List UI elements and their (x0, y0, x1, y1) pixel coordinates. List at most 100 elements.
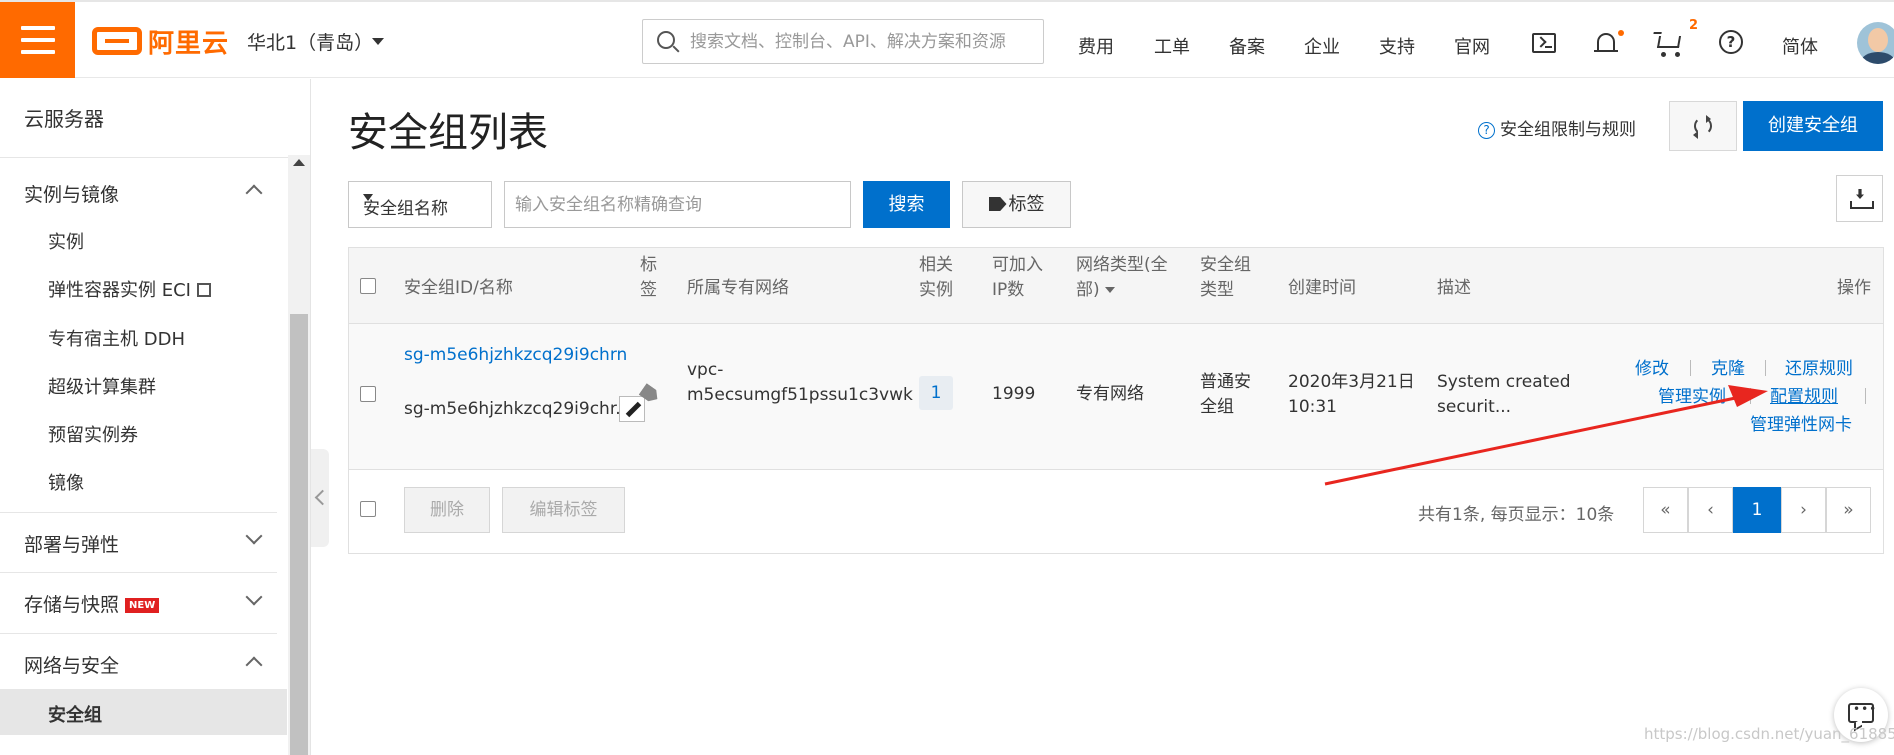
sidebar-item-ddh[interactable]: 专有宿主机 DDH (48, 325, 185, 351)
created-date: 2020年3月21日 (1288, 372, 1415, 392)
select-all-checkbox[interactable] (360, 278, 376, 294)
menu-icon[interactable] (0, 2, 75, 78)
sidebar-item-instances[interactable]: 实例 (48, 228, 84, 254)
sidebar-item-reserved-instances[interactable]: 预留实例券 (48, 421, 138, 447)
logo-text: 阿里云 (148, 28, 230, 59)
nav-support[interactable]: 支持 (1379, 33, 1415, 59)
limits-rules-label: 安全组限制与规则 (1500, 120, 1636, 140)
sidebar-group-network-security[interactable]: 网络与安全 (24, 651, 119, 678)
chevron-up-icon[interactable] (245, 184, 263, 202)
sidebar-item-security-group[interactable] (0, 689, 287, 735)
security-group-name: sg-m5e6hjzhkzcq29i9chr... (404, 399, 632, 419)
sidebar-item-images[interactable]: 镜像 (48, 469, 84, 495)
tag-filter-button[interactable]: 标签 (962, 181, 1071, 228)
terminal-icon[interactable] (1532, 33, 1556, 53)
aliyun-logo-icon (92, 27, 142, 55)
avatar[interactable] (1857, 22, 1894, 64)
global-search[interactable] (642, 19, 1044, 64)
col-ips-line1: 可加入 (992, 255, 1043, 275)
available-ips: 1999 (992, 384, 1036, 404)
sidebar-collapse-handle[interactable] (311, 449, 329, 547)
cart-icon[interactable] (1656, 36, 1682, 48)
divider (0, 157, 310, 158)
modify-link[interactable]: 修改 (1635, 357, 1669, 382)
limits-rules-link[interactable]: ? 安全组限制与规则 (1478, 115, 1636, 140)
col-net-type[interactable]: 网络类型(全 部) (1076, 253, 1168, 303)
nav-fees[interactable]: 费用 (1078, 33, 1114, 59)
create-security-group-button[interactable]: 创建安全组 (1743, 101, 1883, 151)
vpc-id: vpc-m5ecsumgf51pssu1c3vwk (687, 358, 913, 408)
chevron-down-icon[interactable] (245, 588, 263, 606)
col-sg-type-line1: 安全组 (1200, 255, 1251, 275)
security-group-id-link[interactable]: sg-m5e6hjzhkzcq29i9chrn (404, 343, 627, 368)
page-prev-button[interactable]: ‹ (1688, 487, 1733, 533)
page-last-button[interactable]: » (1826, 487, 1871, 533)
sidebar-item-eci[interactable]: 弹性容器实例 ECI (48, 276, 211, 302)
col-net-type-line2: 部) (1076, 280, 1100, 300)
col-description: 描述 (1437, 278, 1471, 298)
col-created: 创建时间 (1288, 278, 1356, 298)
nav-website[interactable]: 官网 (1454, 33, 1490, 59)
footer-select-checkbox[interactable] (360, 501, 376, 517)
export-button[interactable] (1836, 175, 1883, 222)
manage-instances-link[interactable]: 管理实例 (1658, 385, 1726, 410)
scroll-up-arrow-icon[interactable] (293, 159, 305, 166)
row-checkbox[interactable] (360, 386, 376, 402)
nav-icp[interactable]: 备案 (1229, 33, 1265, 59)
delete-button[interactable]: 删除 (404, 487, 490, 533)
sidebar-title[interactable]: 云服务器 (24, 103, 104, 132)
bell-icon[interactable] (1594, 33, 1618, 52)
col-ips: 可加入 IP数 (992, 253, 1043, 303)
refresh-button[interactable] (1669, 101, 1737, 151)
page-1-button[interactable]: 1 (1733, 487, 1781, 533)
edit-tags-button[interactable]: 编辑标签 (502, 487, 625, 533)
page-title: 安全组列表 (348, 110, 548, 156)
tag-button-label: 标签 (1008, 194, 1045, 215)
language-switch[interactable]: 简体 (1782, 33, 1818, 59)
col-net-type-line1: 网络类型(全 (1076, 255, 1168, 275)
logo[interactable]: 阿里云 (92, 21, 229, 61)
nav-enterprise[interactable]: 企业 (1304, 33, 1340, 59)
chevron-down-icon[interactable] (245, 527, 263, 545)
clone-link[interactable]: 克隆 (1711, 357, 1745, 382)
external-link-icon (196, 283, 211, 297)
search-icon (657, 31, 675, 49)
col-tag-line2: 签 (640, 280, 657, 300)
top-bar: 阿里云 华北1（青岛） 费用 工单 备案 企业 支持 官网 2 ? 简体 (0, 0, 1894, 78)
col-sg-type-line2: 类型 (1200, 280, 1234, 300)
help-icon[interactable]: ? (1719, 30, 1743, 54)
divider (0, 572, 277, 573)
filter-field-select[interactable]: 安全组名称 (348, 181, 492, 228)
vpc-id-line1: vpc- (687, 360, 724, 380)
manage-eni-link[interactable]: 管理弹性网卡 (1750, 413, 1852, 438)
sidebar-item-scc[interactable]: 超级计算集群 (48, 373, 156, 399)
scrollbar-thumb[interactable] (290, 314, 308, 755)
filter-field-value: 安全组名称 (363, 199, 448, 219)
sidebar-group-deploy-elastic[interactable]: 部署与弹性 (24, 530, 119, 557)
tag-icon (988, 197, 1007, 211)
edit-name-icon[interactable] (619, 396, 645, 422)
divider (1765, 360, 1766, 376)
chevron-up-icon[interactable] (245, 656, 263, 674)
col-operations: 操作 (1837, 278, 1871, 298)
divider (0, 633, 277, 634)
divider (0, 512, 277, 513)
sidebar-group-storage-snapshots[interactable]: 存储与快照 NEW (24, 590, 160, 617)
col-ips-line2: IP数 (992, 280, 1025, 300)
chevron-down-icon[interactable] (372, 38, 384, 45)
cart-wheel (1675, 52, 1680, 57)
restore-rules-link[interactable]: 还原规则 (1785, 357, 1853, 382)
instance-count-link[interactable]: 1 (919, 376, 953, 410)
search-input[interactable] (690, 28, 1035, 56)
col-tag: 标签 (640, 253, 657, 303)
page-first-button[interactable]: « (1643, 487, 1688, 533)
region-selector[interactable]: 华北1（青岛） (247, 28, 373, 55)
nav-tickets[interactable]: 工单 (1154, 33, 1190, 59)
security-group-name-input[interactable] (504, 181, 851, 228)
sidebar-group-instances-images[interactable]: 实例与镜像 (24, 180, 119, 207)
configure-rules-link[interactable]: 配置规则 (1770, 385, 1838, 410)
sg-type: 普通安 全组 (1200, 370, 1251, 420)
page-next-button[interactable]: › (1781, 487, 1826, 533)
divider (1750, 388, 1751, 404)
search-button[interactable]: 搜索 (863, 181, 950, 228)
